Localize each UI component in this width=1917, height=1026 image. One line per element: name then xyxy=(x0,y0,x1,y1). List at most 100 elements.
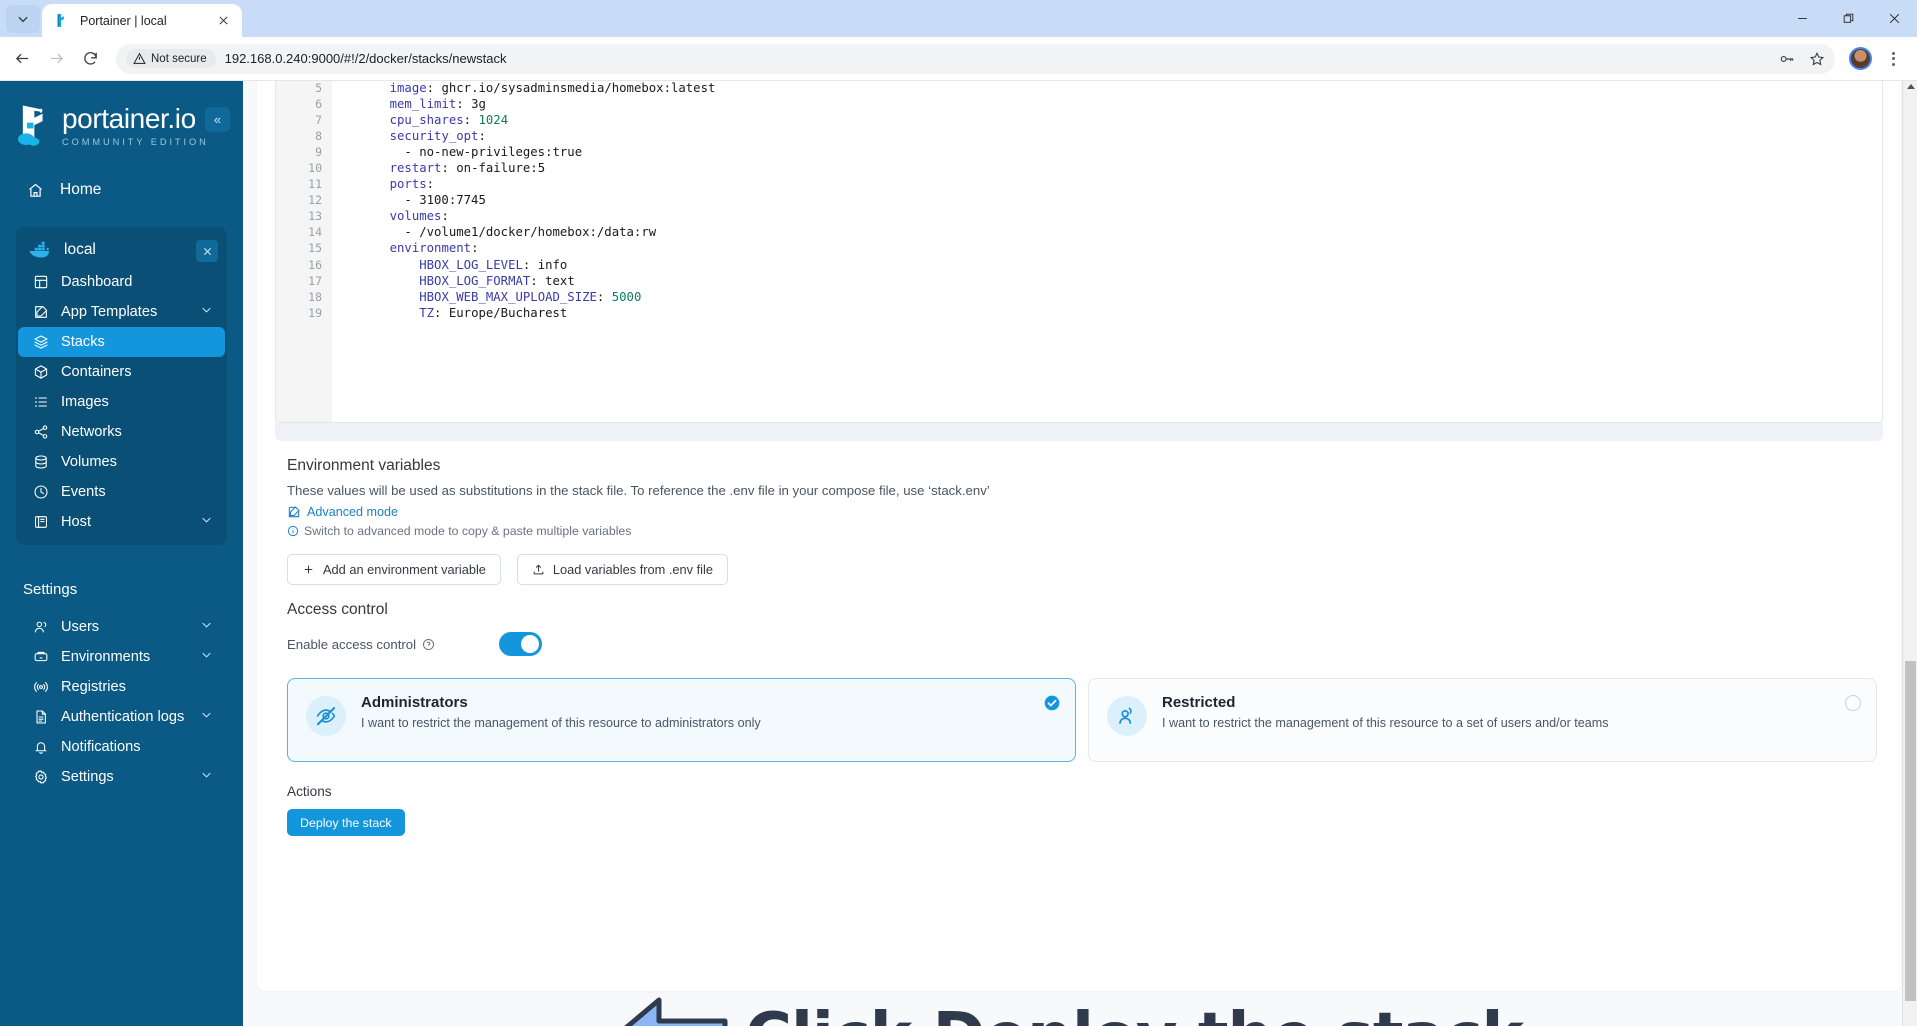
editor-code-line: HBOX_LOG_LEVEL: info xyxy=(419,257,568,272)
sidebar-item-events[interactable]: Events xyxy=(18,477,225,507)
info-circle-icon xyxy=(287,525,299,537)
dashboard-icon xyxy=(34,275,48,289)
editor-code-line: - no-new-privileges:true xyxy=(360,145,583,160)
users-icon xyxy=(34,621,47,633)
sidebar-item-networks[interactable]: Networks xyxy=(18,417,225,447)
sidebar-item-label: Events xyxy=(61,484,106,500)
bell-icon-wrap xyxy=(30,739,52,755)
bell-icon xyxy=(35,742,47,754)
editor-line-number: 13 xyxy=(308,209,322,224)
users-group-icon xyxy=(1119,707,1132,724)
editor-code-line: HBOX_LOG_FORMAT: text xyxy=(419,273,575,288)
chevron-down-icon-wrap[interactable] xyxy=(200,649,213,666)
chevron-down-icon-wrap[interactable] xyxy=(200,769,213,786)
sidebar-item-images[interactable]: Images xyxy=(18,387,225,417)
list-icon xyxy=(35,397,47,407)
edit-template-icon xyxy=(35,305,48,318)
sidebar-item-volumes[interactable]: Volumes xyxy=(18,447,225,477)
annotation-text: Click Deploy the stack xyxy=(745,1000,1524,1026)
sidebar-item-label: Notifications xyxy=(61,739,141,755)
access-control-option-restricted[interactable]: Restricted I want to restrict the managem… xyxy=(1088,678,1877,762)
sidebar-item-stacks[interactable]: Stacks xyxy=(18,327,225,357)
sidebar-item-host[interactable]: Host xyxy=(18,507,225,537)
sidebar-item-dashboard[interactable]: Dashboard xyxy=(18,267,225,297)
server-icon-wrap xyxy=(30,514,52,530)
chevron-down-icon-wrap[interactable] xyxy=(200,304,213,321)
editor-line-number: 14 xyxy=(308,225,322,240)
access-option-description: I want to restrict the management of thi… xyxy=(361,716,761,730)
load-env-file-button[interactable]: Load variables from .env file xyxy=(516,554,728,585)
question-circle-icon xyxy=(423,638,435,650)
load-env-file-label: Load variables from .env file xyxy=(552,562,713,577)
minimize-icon xyxy=(1797,18,1807,19)
sidebar-item-environments[interactable]: Environments xyxy=(18,642,225,672)
sidebar-item-notifications[interactable]: Notifications xyxy=(18,732,225,762)
sidebar-item-label: Users xyxy=(61,619,100,635)
back-button[interactable] xyxy=(6,43,38,75)
editor-line-number: 19 xyxy=(308,305,322,320)
main-content: 5 6 7 8 9 10 11 12 13 14 15 16 17 18 19 image: ghcr.io… xyxy=(243,81,1917,1026)
sidebar-item-users[interactable]: Users xyxy=(18,612,225,642)
compose-editor[interactable]: 5 6 7 8 9 10 11 12 13 14 15 16 17 18 19 image: ghcr.io… xyxy=(275,81,1883,423)
access-option-title: Restricted xyxy=(1162,694,1236,711)
share-nodes-icon xyxy=(34,425,48,439)
chevron-down-icon-wrap[interactable] xyxy=(200,619,213,636)
sidebar-item-label: Environments xyxy=(61,649,151,665)
tab-search-button[interactable] xyxy=(6,5,40,33)
database-icon-wrap xyxy=(30,454,52,470)
bookmark-button[interactable] xyxy=(1803,45,1831,73)
tab-close-button[interactable] xyxy=(214,12,232,30)
kebab-dot xyxy=(1891,51,1895,55)
editor-code-area[interactable]: image: ghcr.io/sysadminsmedia/homebox:la… xyxy=(332,81,1882,422)
access-control-toggle[interactable] xyxy=(499,632,542,656)
sidebar-item-app-templates[interactable]: App Templates xyxy=(18,297,225,327)
access-option-description: I want to restrict the management of thi… xyxy=(1162,716,1609,730)
access-control-option-administrators[interactable]: Administrators I want to restrict the man… xyxy=(287,678,1076,762)
toggle-label-text: Enable access control xyxy=(287,636,417,652)
portainer-favicon xyxy=(57,13,64,27)
reload-button[interactable] xyxy=(74,43,106,75)
sidebar-item-home[interactable]: Home xyxy=(0,171,243,209)
advanced-mode-link[interactable]: Advanced mode xyxy=(257,498,1901,519)
forward-button[interactable] xyxy=(40,43,72,75)
address-bar[interactable]: Not secure 192.168.0.240:9000/#!/2/docke… xyxy=(116,43,1835,74)
browser-menu-button[interactable] xyxy=(1879,44,1907,74)
security-badge[interactable]: Not secure xyxy=(126,49,216,68)
page-scrollbar[interactable] xyxy=(1902,81,1917,1026)
window-close-button[interactable] xyxy=(1871,0,1917,37)
close-icon xyxy=(218,16,228,25)
sidebar-collapse-button[interactable]: « xyxy=(205,107,230,132)
sidebar-item-label: Host xyxy=(61,514,92,530)
sidebar-item-containers[interactable]: Containers xyxy=(18,357,225,387)
add-environment-variable-button[interactable]: Add an environment variable xyxy=(287,554,501,585)
unselected-radio-icon[interactable] xyxy=(1845,695,1861,711)
editor-line-number: 11 xyxy=(308,177,322,192)
deploy-area: Deploy the stack xyxy=(257,799,1901,836)
editor-line-number: 5 xyxy=(315,81,322,95)
profile-avatar[interactable] xyxy=(1849,47,1872,70)
scrollbar-thumb[interactable] xyxy=(1905,661,1916,1001)
password-manager-button[interactable] xyxy=(1773,45,1801,73)
window-maximize-button[interactable] xyxy=(1825,0,1871,37)
annotation-overlay: Click Deploy the stack xyxy=(609,994,1524,1026)
sidebar-item-label: Stacks xyxy=(61,334,105,350)
environment-close-button[interactable] xyxy=(196,240,218,262)
sidebar-item-registries[interactable]: Registries xyxy=(18,672,225,702)
sidebar-item-authentication-logs[interactable]: Authentication logs xyxy=(18,702,225,732)
sidebar-logo[interactable]: portainer.io COMMUNITY EDITION « xyxy=(0,81,243,153)
sidebar-settings-nav: Users Environments Registries Authenticatio… xyxy=(0,612,243,792)
access-option-title: Administrators xyxy=(361,694,468,711)
window-minimize-button[interactable] xyxy=(1779,0,1825,37)
sidebar-environment-header[interactable]: local xyxy=(16,233,227,267)
add-env-var-label: Add an environment variable xyxy=(323,562,486,577)
deploy-the-stack-button[interactable]: Deploy the stack xyxy=(287,809,405,836)
page-body: portainer.io COMMUNITY EDITION « Home lo… xyxy=(0,80,1917,1026)
browser-tab[interactable]: Portainer | local xyxy=(42,4,242,37)
chevron-down-icon-wrap[interactable] xyxy=(200,514,213,531)
editor-code-line: HBOX_WEB_MAX_UPLOAD_SIZE: 5000 xyxy=(419,289,642,304)
chevron-down-icon-wrap[interactable] xyxy=(200,709,213,726)
sidebar-item-label: App Templates xyxy=(61,304,158,320)
server-icon xyxy=(34,516,47,528)
sidebar-item-settings[interactable]: Settings xyxy=(18,762,225,792)
scroll-up-arrow-icon[interactable] xyxy=(1906,84,1915,89)
